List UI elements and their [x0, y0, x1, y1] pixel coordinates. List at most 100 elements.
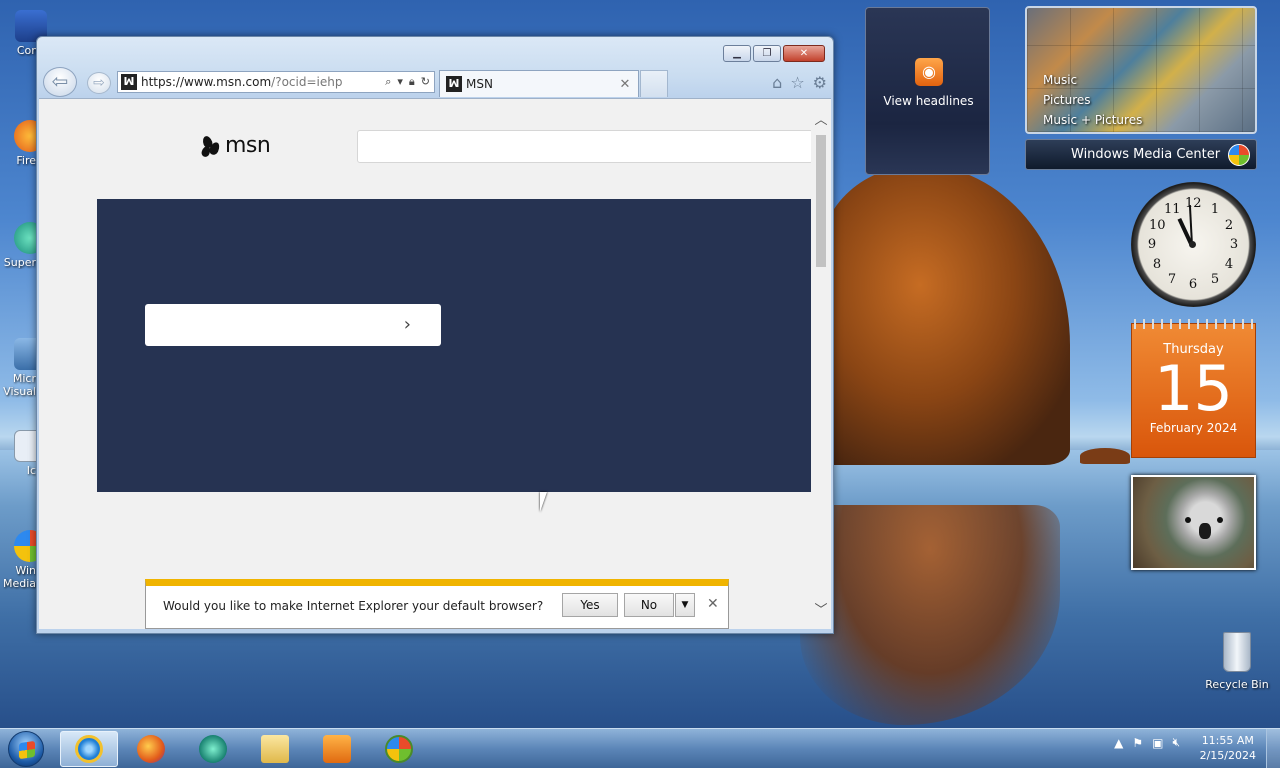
- msn-logo[interactable]: msn: [200, 133, 271, 158]
- folder-icon: [261, 735, 289, 763]
- taskbar-time: 11:55 AM: [1201, 734, 1254, 747]
- clock-number: 2: [1224, 218, 1234, 233]
- media-item-music-pictures[interactable]: Music + Pictures: [1043, 110, 1142, 130]
- page-viewport: msn › Would you like to make Internet Ex…: [39, 98, 831, 629]
- clock-number: 7: [1167, 272, 1177, 287]
- clock-number: 1: [1210, 202, 1220, 217]
- media-center-title-bar[interactable]: Windows Media Center: [1025, 139, 1257, 170]
- clock-number: 10: [1149, 218, 1166, 233]
- minimize-button[interactable]: ▁: [723, 45, 751, 62]
- media-center-icon: [385, 735, 413, 763]
- default-browser-notification: Would you like to make Internet Explorer…: [145, 579, 729, 629]
- clock-number: 5: [1210, 272, 1220, 287]
- feed-headlines-gadget[interactable]: ◉ View headlines: [865, 7, 990, 175]
- recycle-bin-icon: [1223, 632, 1251, 672]
- windows-logo-icon: [1228, 144, 1250, 166]
- new-tab-button[interactable]: [640, 70, 668, 97]
- address-bar[interactable]: ꟽ https://www.msn.com/?ocid=iehp ⌕ ▾ 🔒︎ …: [117, 71, 435, 93]
- taskbar-file-explorer[interactable]: [246, 731, 304, 767]
- address-bar-icons: ⌕ ▾ 🔒︎ ↻: [385, 75, 434, 89]
- home-icon[interactable]: ⌂: [772, 73, 782, 92]
- desktop-icon-recycle-bin[interactable]: Recycle Bin: [1202, 632, 1272, 691]
- browser-toolbar: ⌂ ☆ ⚙: [772, 73, 827, 92]
- mouse-cursor-icon: [540, 492, 554, 512]
- start-button[interactable]: [8, 731, 44, 767]
- wallpaper-cliff: [820, 165, 1070, 465]
- yes-button[interactable]: Yes: [562, 593, 618, 617]
- tab-close-icon[interactable]: ✕: [618, 77, 632, 92]
- clock-number: 6: [1188, 277, 1198, 292]
- scroll-up-icon[interactable]: ︿: [814, 109, 828, 128]
- system-tray: ▲ ⚑ ▣ 🔇︎: [1114, 735, 1180, 750]
- msn-logo-text: msn: [225, 133, 271, 158]
- taskbar-super-app[interactable]: [184, 731, 242, 767]
- clock-number: 3: [1229, 237, 1239, 252]
- calendar-day: 15: [1154, 352, 1233, 425]
- maximize-button[interactable]: ❐: [753, 45, 781, 62]
- dropdown-arrow-icon[interactable]: ▾: [397, 75, 403, 89]
- url-host: https://www.msn.com: [141, 75, 272, 89]
- wallpaper-rock: [1080, 448, 1130, 464]
- back-button[interactable]: ⇦: [43, 67, 77, 97]
- web-search-input[interactable]: [357, 130, 813, 163]
- scroll-thumb[interactable]: [816, 135, 826, 267]
- clock-number: 4: [1224, 257, 1234, 272]
- refresh-icon[interactable]: ↻: [421, 75, 430, 89]
- network-icon[interactable]: ▣: [1152, 736, 1163, 750]
- window-controls: ▁ ❐ ✕: [723, 45, 825, 62]
- slideshow-gadget[interactable]: [1131, 475, 1256, 570]
- msn-favicon-icon: ꟽ: [446, 76, 462, 92]
- show-desktop-button[interactable]: [1266, 729, 1280, 768]
- scroll-down-icon[interactable]: ﹀: [814, 599, 828, 618]
- taskbar-clock[interactable]: 11:55 AM 2/15/2024: [1200, 733, 1256, 763]
- clock-number: 8: [1152, 257, 1162, 272]
- taskbar-date: 2/15/2024: [1199, 749, 1256, 762]
- clock-center: [1189, 241, 1196, 248]
- taskbar-windows-media-center[interactable]: [370, 731, 428, 767]
- notification-close-icon[interactable]: ✕: [707, 596, 719, 612]
- notification-message: Would you like to make Internet Explorer…: [163, 599, 544, 613]
- media-item-music[interactable]: Music: [1043, 70, 1142, 90]
- calendar-rings: [1134, 319, 1255, 329]
- no-button[interactable]: No: [624, 593, 674, 617]
- forward-button[interactable]: ⇨: [87, 72, 111, 94]
- view-headlines-label[interactable]: View headlines: [866, 94, 991, 108]
- media-center-gadget[interactable]: Music Pictures Music + Pictures: [1025, 6, 1257, 134]
- media-player-icon: [323, 735, 351, 763]
- taskbar-media-player[interactable]: [308, 731, 366, 767]
- recycle-bin-label: Recycle Bin: [1205, 678, 1269, 691]
- tab-title: MSN: [466, 77, 493, 91]
- taskbar: ▲ ⚑ ▣ 🔇︎ 11:55 AM 2/15/2024: [0, 728, 1280, 768]
- msn-favicon-icon: ꟽ: [121, 74, 137, 90]
- clock-number: 11: [1164, 202, 1181, 217]
- clock-gadget: 12 1 2 3 4 5 6 7 8 9 10 11: [1131, 182, 1256, 307]
- favorites-star-icon[interactable]: ☆: [790, 73, 804, 92]
- internet-explorer-window[interactable]: ▁ ❐ ✕ ⇦ ⇨ ꟽ https://www.msn.com/?ocid=ie…: [36, 36, 834, 634]
- action-center-flag-icon[interactable]: ⚑: [1132, 736, 1143, 750]
- rss-icon: ◉: [915, 58, 943, 86]
- media-item-pictures[interactable]: Pictures: [1043, 90, 1142, 110]
- tools-gear-icon[interactable]: ⚙: [813, 73, 827, 92]
- koala-eye: [1185, 517, 1191, 523]
- super-app-icon: [199, 735, 227, 763]
- firefox-icon: [137, 735, 165, 763]
- close-button[interactable]: ✕: [783, 45, 825, 62]
- msn-butterfly-icon: [200, 134, 222, 158]
- tab-msn[interactable]: ꟽ MSN ✕: [439, 70, 639, 97]
- search-icon[interactable]: ⌕: [385, 75, 391, 89]
- show-hidden-icons-icon[interactable]: ▲: [1114, 736, 1123, 750]
- volume-muted-icon[interactable]: 🔇︎: [1172, 735, 1180, 750]
- address-url[interactable]: https://www.msn.com/?ocid=iehp: [141, 75, 385, 89]
- hero-banner: ›: [97, 199, 811, 492]
- url-query: /?ocid=iehp: [271, 75, 343, 89]
- taskbar-internet-explorer[interactable]: [60, 731, 118, 767]
- taskbar-firefox[interactable]: [122, 731, 180, 767]
- chevron-right-icon[interactable]: ›: [404, 314, 411, 335]
- hero-input[interactable]: ›: [145, 304, 441, 346]
- vertical-scrollbar[interactable]: ︿ ﹀: [811, 99, 831, 629]
- desktop: Com Fire Super Micr Visual Ic Win Media …: [0, 0, 1280, 728]
- no-options-dropdown-button[interactable]: ▼: [675, 593, 695, 617]
- lock-icon[interactable]: 🔒︎: [409, 75, 415, 89]
- calendar-gadget: Thursday 15 February 2024: [1131, 319, 1256, 458]
- internet-explorer-icon: [75, 735, 103, 763]
